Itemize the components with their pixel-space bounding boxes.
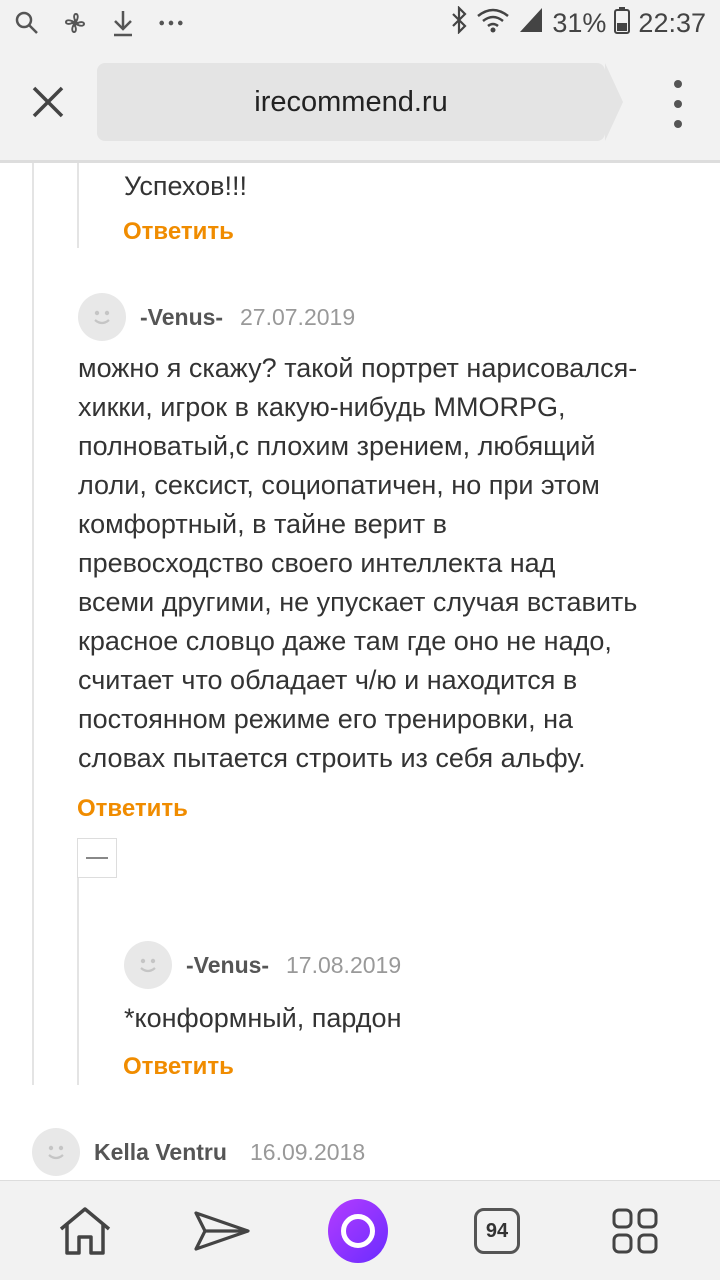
thread-line [77,878,79,1085]
comment-date: 17.08.2019 [286,952,402,978]
reply-link[interactable]: Ответить [123,1053,234,1081]
clock: 22:37 [638,8,706,38]
tabs-count: 94 [474,1208,520,1254]
smiley-icon [140,958,156,973]
comment-text: *конформный, пардон [124,1003,402,1033]
close-tab-button[interactable] [22,76,74,128]
battery-percent: 31% [552,8,607,38]
comment-text: можно я скажу? такой портрет нарисовался… [78,349,637,778]
wifi-icon [476,6,510,41]
thread-line [77,163,79,248]
share-button[interactable] [192,1201,252,1261]
alice-icon [328,1199,388,1263]
smiley-icon [94,310,110,325]
tabs-button[interactable]: 94 [467,1201,527,1261]
thread-line [32,163,34,1085]
comment-author[interactable]: Kella Ventru [94,1139,227,1166]
text-line: всеми другими, не упускает случая встави… [78,587,638,617]
menu-dot [674,100,682,108]
signal-icon [518,6,544,41]
avatar [32,1128,80,1176]
browser-toolbar: irecommend.ru [0,50,720,160]
battery-icon [614,6,631,41]
smiley-icon [48,1145,64,1160]
avatar [78,293,126,341]
text-line: хикки, игрок в какую-нибудь MMORPG, [78,392,566,422]
overflow-menu-button[interactable] [666,80,690,128]
comment-author[interactable]: -Venus- [140,304,223,331]
grid-icon [612,1208,658,1254]
text-line: можно я скажу? такой портрет нарисовался… [78,353,638,383]
bottom-navigation: 94 [0,1180,720,1280]
status-bar: 31% 22:37 [0,0,720,50]
comment-text: Успехов!!! [124,171,247,201]
collapse-thread-button[interactable] [77,838,117,878]
address-bar[interactable]: irecommend.ru [97,63,623,141]
comment-author[interactable]: -Venus- [186,952,269,979]
text-line: лоли, сексист, социопатичен, но при этом [78,470,600,500]
more-notifications-icon [158,8,184,38]
menu-dot [674,80,682,88]
search-icon [14,8,40,38]
home-icon [59,1207,111,1255]
bluetooth-icon [450,5,468,41]
text-line: превосходство своего интеллекта над [78,548,556,578]
avatar [124,941,172,989]
close-icon [32,86,64,118]
text-line: постоянном режиме его тренировки, на [78,704,574,734]
text-line: полноватый,с плохим зрением, любящий [78,431,596,461]
send-icon [194,1211,250,1251]
home-button[interactable] [55,1201,115,1261]
text-line: комфортный, в тайне верит в [78,509,447,539]
comments-section: Успехов!!! Ответить -Venus- 27.07.2019 м… [0,163,720,1180]
url-text: irecommend.ru [254,85,448,118]
reply-link[interactable]: Ответить [77,795,188,823]
fan-icon [62,8,88,38]
alice-assistant-button[interactable] [328,1199,388,1263]
download-icon [110,8,136,38]
services-button[interactable] [605,1201,665,1261]
reply-link[interactable]: Ответить [123,218,234,246]
menu-dot [674,120,682,128]
comment-date: 16.09.2018 [250,1139,366,1165]
text-line: словах пытается строить из себя альфу. [78,743,586,773]
text-line: красное словцо даже там где оно не надо, [78,626,612,656]
text-line: считает что обладает ч/ю и находится в [78,665,578,695]
comment-date: 27.07.2019 [240,304,356,330]
